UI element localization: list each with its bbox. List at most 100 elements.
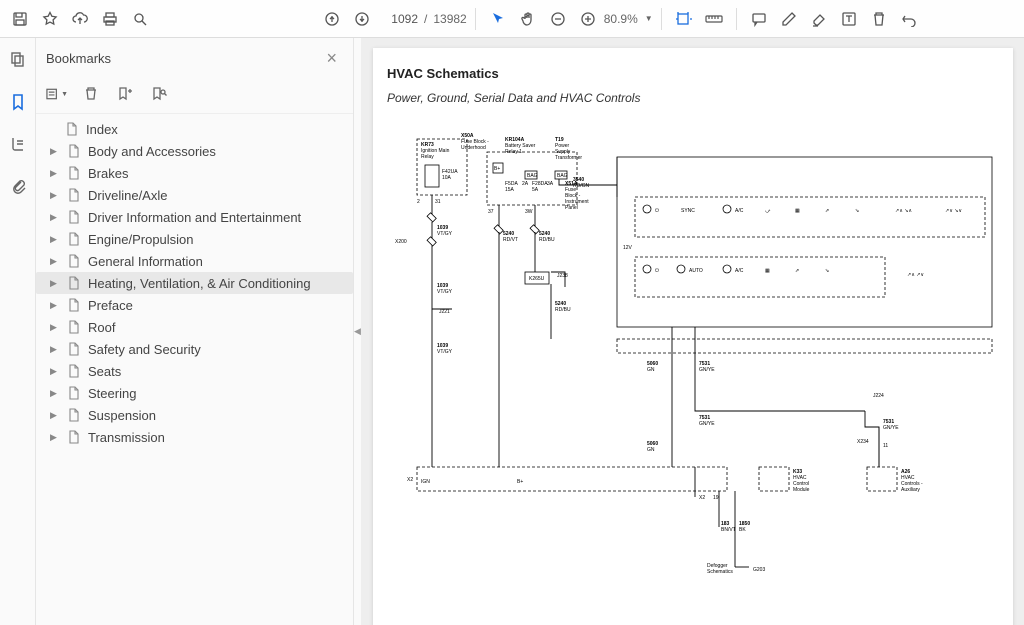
svg-text:A/C: A/C (735, 208, 744, 214)
sidebar-item-body-and-accessories[interactable]: ▶Body and Accessories (36, 140, 353, 162)
sidebar-item-label: Driver Information and Entertainment (88, 210, 301, 225)
svg-text:▦: ▦ (795, 208, 800, 214)
sidebar-item-label: Brakes (88, 166, 128, 181)
chevron-right-icon: ▶ (50, 344, 60, 355)
star-icon[interactable] (36, 5, 64, 33)
page-indicator: / 13982 (378, 12, 467, 26)
sidebar-item-label: Preface (88, 298, 133, 313)
print-icon[interactable] (96, 5, 124, 33)
bookmark-search-icon[interactable] (148, 83, 170, 105)
page-number-input[interactable] (378, 12, 418, 26)
bookmark-tree: Index▶Body and Accessories▶Brakes▶Drivel… (36, 114, 353, 625)
page-icon (66, 253, 82, 269)
sidebar-item-heating-ventilation-air-conditioning[interactable]: ▶Heating, Ventilation, & Air Conditionin… (36, 272, 353, 294)
svg-text:Schematics: Schematics (707, 569, 733, 575)
page-sep: / (424, 12, 427, 26)
page-icon (66, 165, 82, 181)
svg-text:Panel: Panel (565, 205, 578, 211)
chevron-right-icon: ▶ (50, 322, 60, 333)
svg-text:RD/BU: RD/BU (539, 237, 555, 243)
svg-text:Module: Module (793, 487, 810, 493)
close-icon[interactable]: × (320, 46, 343, 71)
sidebar-item-label: Transmission (88, 430, 165, 445)
sidebar-item-label: Safety and Security (88, 342, 201, 357)
page-subtitle: Power, Ground, Serial Data and HVAC Cont… (387, 91, 999, 105)
hand-icon[interactable] (514, 5, 542, 33)
document-viewport[interactable]: HVAC Schematics Power, Ground, Serial Da… (362, 38, 1024, 625)
svg-text:GN: GN (647, 447, 655, 453)
undo-icon[interactable] (895, 5, 923, 33)
svg-text:J238: J238 (557, 273, 568, 279)
bookmarks-icon[interactable] (4, 88, 32, 116)
next-page-icon[interactable] (348, 5, 376, 33)
new-bookmark-icon[interactable] (114, 83, 136, 105)
expand-options-icon[interactable]: ▼ (46, 83, 68, 105)
zoom-in-icon[interactable] (574, 5, 602, 33)
svg-text:31: 31 (435, 199, 441, 205)
sidebar-item-steering[interactable]: ▶Steering (36, 382, 353, 404)
sidebar-item-general-information[interactable]: ▶General Information (36, 250, 353, 272)
sidebar-item-roof[interactable]: ▶ Roof (36, 316, 353, 338)
layers-icon[interactable] (4, 130, 32, 158)
page-icon (66, 363, 82, 379)
prev-page-icon[interactable] (318, 5, 346, 33)
page-icon (66, 341, 82, 357)
zoom-level[interactable]: 80.9%▼ (604, 12, 653, 26)
svg-text:15A: 15A (505, 187, 515, 193)
sidebar-item-suspension[interactable]: ▶Suspension (36, 404, 353, 426)
svg-text:37: 37 (488, 209, 494, 215)
sidebar-item-driver-information-and-entertainment[interactable]: ▶Driver Information and Entertainment (36, 206, 353, 228)
zoom-out-icon[interactable] (544, 5, 572, 33)
svg-text:B+: B+ (517, 479, 523, 485)
sidebar-item-safety-and-security[interactable]: ▶ Safety and Security (36, 338, 353, 360)
svg-text:RD/GN: RD/GN (573, 183, 590, 189)
attachments-icon[interactable] (4, 172, 32, 200)
svg-text:J221: J221 (439, 309, 450, 315)
sidebar-item-preface[interactable]: ▶ Preface (36, 294, 353, 316)
highlight-icon[interactable] (805, 5, 833, 33)
svg-text:2A: 2A (522, 181, 529, 187)
sidebar-item-label: Driveline/Axle (88, 188, 167, 203)
svg-text:BAG: BAG (527, 173, 538, 179)
svg-text:⇘: ⇘ (855, 208, 859, 214)
chevron-right-icon: ▶ (50, 278, 60, 289)
page-icon (66, 407, 82, 423)
pencil-icon[interactable] (775, 5, 803, 33)
sidebar-item-brakes[interactable]: ▶Brakes (36, 162, 353, 184)
sidebar-item-seats[interactable]: ▶Seats (36, 360, 353, 382)
find-icon[interactable] (126, 5, 154, 33)
trash-icon[interactable] (865, 5, 893, 33)
svg-text:SYNC: SYNC (681, 208, 695, 214)
chevron-right-icon: ▶ (50, 300, 60, 311)
page-total: 13982 (433, 12, 466, 26)
svg-text:VT/GY: VT/GY (437, 289, 453, 295)
svg-text:K265U: K265U (529, 276, 545, 282)
save-icon[interactable] (6, 5, 34, 33)
svg-text:Relay: Relay (421, 154, 434, 160)
page-icon (66, 429, 82, 445)
svg-text:5A: 5A (532, 187, 539, 193)
thumbnails-icon[interactable] (4, 46, 32, 74)
page-icon (66, 385, 82, 401)
page-icon (66, 143, 82, 159)
text-icon[interactable] (835, 5, 863, 33)
svg-text:12V: 12V (623, 245, 633, 251)
sidebar-item-label: General Information (88, 254, 203, 269)
delete-bookmark-icon[interactable] (80, 83, 102, 105)
sidebar-item-index[interactable]: Index (36, 118, 353, 140)
sidebar-item-label: Roof (88, 320, 115, 335)
pointer-icon[interactable] (484, 5, 512, 33)
fit-width-icon[interactable] (670, 5, 698, 33)
page-icon (66, 275, 82, 291)
svg-text:GN/YE: GN/YE (883, 425, 899, 431)
svg-text:X2: X2 (407, 477, 413, 483)
sidebar-item-driveline-axle[interactable]: ▶Driveline/Axle (36, 184, 353, 206)
collapse-handle-icon[interactable]: ◀ (354, 38, 362, 625)
comment-icon[interactable] (745, 5, 773, 33)
bookmarks-panel: Bookmarks × ▼ Index▶Body and Accessories… (36, 38, 354, 625)
ruler-icon[interactable] (700, 5, 728, 33)
cloud-upload-icon[interactable] (66, 5, 94, 33)
svg-text:⇘: ⇘ (825, 268, 829, 274)
sidebar-item-transmission[interactable]: ▶Transmission (36, 426, 353, 448)
sidebar-item-engine-propulsion[interactable]: ▶Engine/Propulsion (36, 228, 353, 250)
